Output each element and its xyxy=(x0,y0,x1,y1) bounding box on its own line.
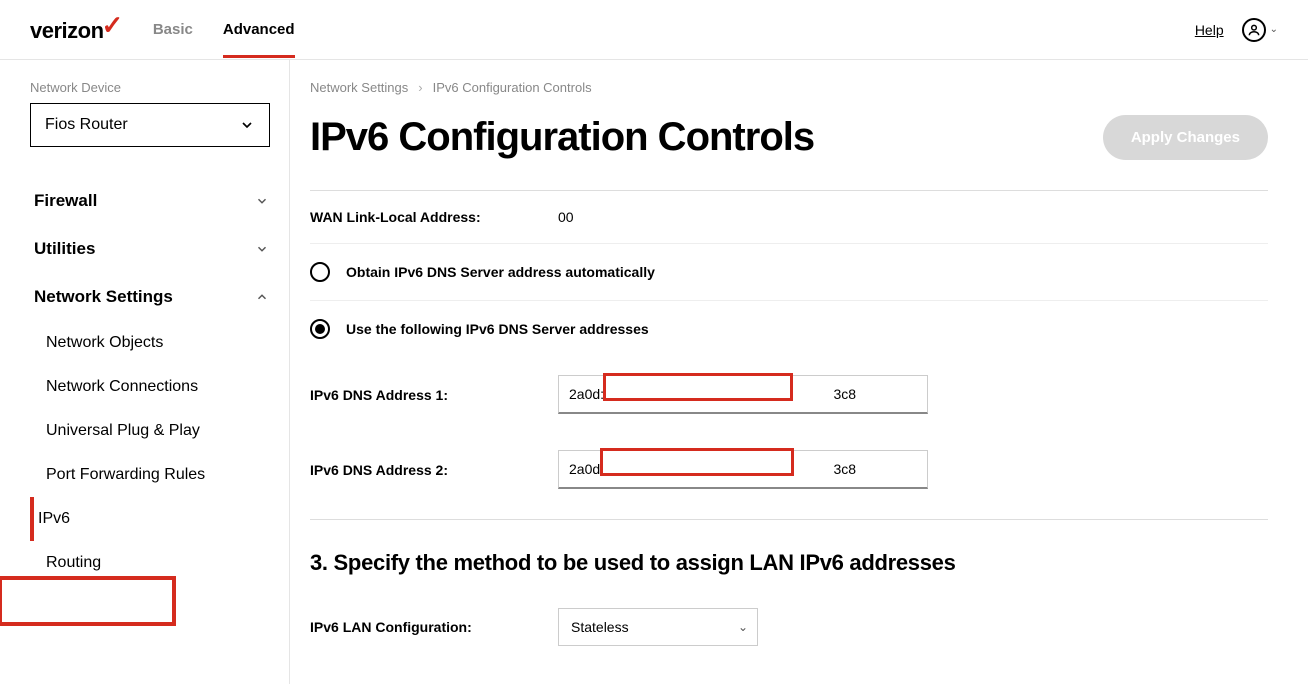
menu-label: Utilities xyxy=(34,239,95,259)
wan-link-local-label: WAN Link-Local Address: xyxy=(310,209,558,225)
row-dns1: IPv6 DNS Address 1: xyxy=(310,357,1268,432)
submenu-network-objects[interactable]: Network Objects xyxy=(38,321,273,365)
chevron-down-icon xyxy=(255,242,269,256)
submenu: Network Objects Network Connections Univ… xyxy=(30,321,273,585)
menu-firewall[interactable]: Firewall xyxy=(30,177,273,225)
row-lan-config: IPv6 LAN Configuration: Stateless ⌄ xyxy=(310,590,1268,664)
radio-dns-manual-label: Use the following IPv6 DNS Server addres… xyxy=(346,321,649,337)
section3-heading: 3. Specify the method to be used to assi… xyxy=(310,520,1268,590)
submenu-upnp[interactable]: Universal Plug & Play xyxy=(38,409,273,453)
tab-advanced[interactable]: Advanced xyxy=(223,3,295,56)
logo-text: verizon xyxy=(30,18,104,44)
submenu-network-connections[interactable]: Network Connections xyxy=(38,365,273,409)
chevron-down-icon xyxy=(239,117,255,133)
submenu-port-forwarding[interactable]: Port Forwarding Rules xyxy=(38,453,273,497)
apply-changes-button[interactable]: Apply Changes xyxy=(1103,115,1268,160)
header-right: Help ⌄ xyxy=(1195,18,1278,42)
radio-dns-auto-label: Obtain IPv6 DNS Server address automatic… xyxy=(346,264,655,280)
dns1-input-wrap xyxy=(558,375,928,414)
menu-utilities[interactable]: Utilities xyxy=(30,225,273,273)
menu-label: Firewall xyxy=(34,191,97,211)
dns1-label: IPv6 DNS Address 1: xyxy=(310,387,558,403)
chevron-down-icon: ⌄ xyxy=(1270,24,1278,35)
device-select[interactable]: Fios Router xyxy=(30,103,270,147)
help-link[interactable]: Help xyxy=(1195,22,1224,38)
title-row: IPv6 Configuration Controls Apply Change… xyxy=(310,115,1268,160)
page-title: IPv6 Configuration Controls xyxy=(310,115,814,160)
redaction-annotation xyxy=(600,448,794,476)
sidebar: Network Device Fios Router Firewall Util… xyxy=(0,60,290,684)
radio-dns-manual[interactable] xyxy=(310,319,330,339)
dns2-label: IPv6 DNS Address 2: xyxy=(310,462,558,478)
chevron-up-icon xyxy=(255,290,269,304)
lan-config-select[interactable]: Stateless xyxy=(558,608,758,646)
row-dns-auto: Obtain IPv6 DNS Server address automatic… xyxy=(310,244,1268,301)
user-icon xyxy=(1242,18,1266,42)
menu-network-settings[interactable]: Network Settings xyxy=(30,273,273,321)
submenu-routing[interactable]: Routing xyxy=(38,541,273,585)
breadcrumb-current: IPv6 Configuration Controls xyxy=(433,80,592,95)
radio-dns-auto[interactable] xyxy=(310,262,330,282)
device-label: Network Device xyxy=(30,80,273,95)
logo: verizon✓ xyxy=(30,14,123,45)
tabs: Basic Advanced xyxy=(153,3,295,56)
device-value: Fios Router xyxy=(45,116,128,134)
menu: Firewall Utilities Network Settings Netw… xyxy=(30,177,273,585)
wan-link-local-value: 00 xyxy=(558,209,574,225)
header-left: verizon✓ Basic Advanced xyxy=(30,3,295,56)
tab-basic[interactable]: Basic xyxy=(153,3,193,56)
account-menu[interactable]: ⌄ xyxy=(1242,18,1278,42)
header: verizon✓ Basic Advanced Help ⌄ xyxy=(0,0,1308,60)
row-dns2: IPv6 DNS Address 2: xyxy=(310,432,1268,519)
breadcrumb-parent[interactable]: Network Settings xyxy=(310,80,408,95)
dns2-input-wrap xyxy=(558,450,928,489)
breadcrumb: Network Settings › IPv6 Configuration Co… xyxy=(310,60,1268,105)
menu-label: Network Settings xyxy=(34,287,173,307)
submenu-ipv6[interactable]: IPv6 xyxy=(30,497,273,541)
logo-check-icon: ✓ xyxy=(102,10,123,41)
main: Network Settings › IPv6 Configuration Co… xyxy=(290,60,1308,684)
row-wan-link-local: WAN Link-Local Address: 00 xyxy=(310,191,1268,244)
lan-config-label: IPv6 LAN Configuration: xyxy=(310,619,558,635)
breadcrumb-sep-icon: › xyxy=(418,80,422,95)
lan-config-select-wrap: Stateless ⌄ xyxy=(558,608,758,646)
container: Network Device Fios Router Firewall Util… xyxy=(0,60,1308,684)
chevron-down-icon xyxy=(255,194,269,208)
row-dns-manual: Use the following IPv6 DNS Server addres… xyxy=(310,301,1268,357)
redaction-annotation xyxy=(603,373,793,401)
